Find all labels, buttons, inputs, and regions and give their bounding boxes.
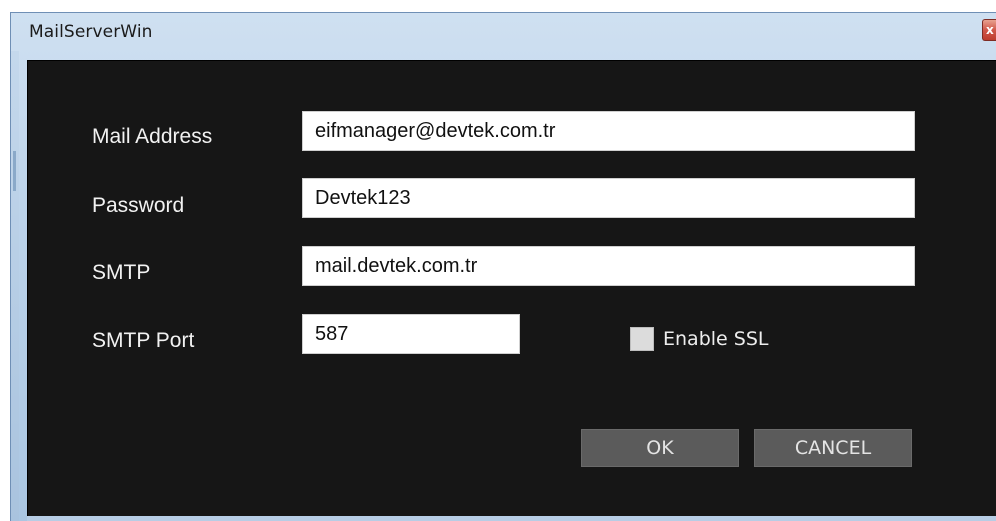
border-highlight xyxy=(13,151,16,191)
mail-address-input[interactable] xyxy=(302,111,915,151)
window-left-border xyxy=(11,51,19,521)
close-icon: x xyxy=(986,23,994,37)
smtp-label: SMTP xyxy=(92,261,151,284)
window-title: MailServerWin xyxy=(29,22,153,42)
enable-ssl-option[interactable]: Enable SSL xyxy=(630,327,768,351)
cancel-button[interactable]: CANCEL xyxy=(754,429,912,467)
password-label: Password xyxy=(92,194,185,217)
smtp-port-label: SMTP Port xyxy=(92,329,195,352)
smtp-port-input[interactable] xyxy=(302,314,520,354)
enable-ssl-checkbox[interactable] xyxy=(630,327,654,351)
mail-address-label: Mail Address xyxy=(92,125,213,148)
ok-button[interactable]: OK xyxy=(581,429,739,467)
password-input[interactable] xyxy=(302,178,915,218)
title-bar[interactable]: MailServerWin x xyxy=(11,13,996,51)
enable-ssl-label: Enable SSL xyxy=(663,328,769,350)
close-button[interactable]: x xyxy=(982,19,996,41)
mail-server-window: MailServerWin x Mail Address Password SM… xyxy=(10,12,996,521)
smtp-input[interactable] xyxy=(302,246,915,286)
window-bottom-border xyxy=(27,516,996,521)
mail-settings-panel: Mail Address Password SMTP SMTP Port Ena… xyxy=(27,60,996,517)
